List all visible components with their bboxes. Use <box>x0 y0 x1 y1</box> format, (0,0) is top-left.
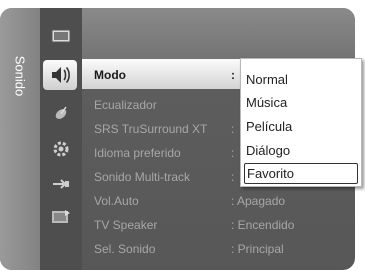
option-dialogo[interactable]: Diálogo <box>244 140 358 161</box>
menu-item-label: Ecualizador <box>94 98 157 112</box>
menu-item-value: : <box>231 68 235 82</box>
menu-item-tv-speaker[interactable]: TV Speaker : Encendido <box>94 218 294 232</box>
channel-icon[interactable] <box>48 103 74 123</box>
option-favorito[interactable]: Favorito <box>244 163 358 184</box>
menu-item-value: : <box>231 122 235 136</box>
sound-tab[interactable]: Sonido <box>0 8 40 270</box>
sound-tab-label: Sonido <box>12 55 28 97</box>
menu-item-label: Vol.Auto <box>94 194 139 208</box>
menu-item-value: : <box>231 146 235 160</box>
option-normal[interactable]: Normal <box>244 69 358 90</box>
menu-item-ecualizador[interactable]: Ecualizador <box>94 98 157 112</box>
menu-item-label: SRS TruSurround XT <box>94 122 208 136</box>
picture-icon[interactable] <box>48 26 74 46</box>
menu-item-label: TV Speaker <box>94 218 158 232</box>
menu-item-vol-auto[interactable]: Vol.Auto : Apagado <box>94 194 285 208</box>
menu-item-modo[interactable]: Modo : <box>94 68 235 82</box>
option-pelicula[interactable]: Película <box>244 116 358 137</box>
menu-item-value: : <box>231 170 235 184</box>
menu-item-sonido-multi-track[interactable]: Sonido Multi-track : <box>94 170 234 184</box>
menu-item-idioma-preferido[interactable]: Idioma preferido : <box>94 146 234 160</box>
category-icon-column <box>40 8 82 270</box>
menu-item-label: Modo <box>94 68 126 82</box>
sound-icon[interactable] <box>43 60 77 90</box>
menu-item-sel-sonido[interactable]: Sel. Sonido : Principal <box>94 242 284 256</box>
menu-item-label: Sel. Sonido <box>94 242 156 256</box>
menu-header-band <box>82 8 355 60</box>
menu-item-label: Idioma preferido <box>94 146 181 160</box>
menu-item-value: : Apagado <box>231 194 286 208</box>
menu-item-value: : Principal <box>231 242 284 256</box>
input-icon[interactable] <box>48 174 74 194</box>
menu-item-label: Sonido Multi-track <box>94 170 191 184</box>
menu-item-srs-trusurround[interactable]: SRS TruSurround XT : <box>94 122 234 136</box>
menu-item-value: : Encendido <box>231 218 295 232</box>
application-icon[interactable] <box>48 207 74 227</box>
option-musica[interactable]: Música <box>244 92 358 113</box>
setup-icon[interactable] <box>48 139 74 159</box>
mode-dropdown-list: Normal Música Película Diálogo Favorito <box>240 58 362 187</box>
